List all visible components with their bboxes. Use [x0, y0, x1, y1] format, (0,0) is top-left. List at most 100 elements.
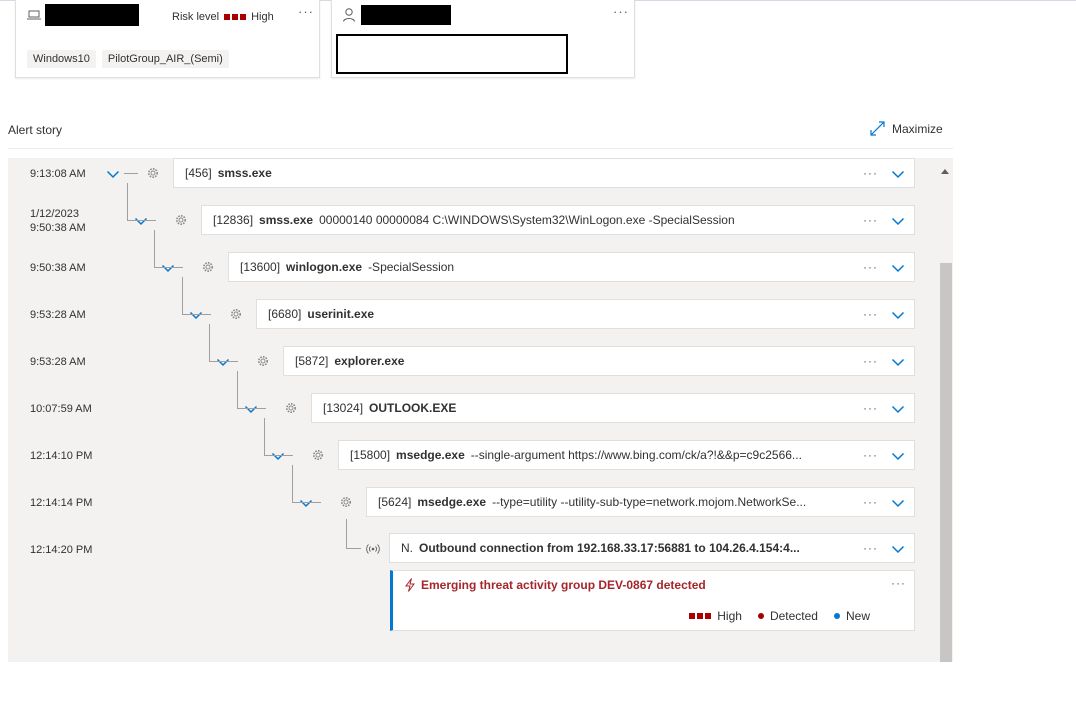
- tree-connector: [153, 230, 183, 268]
- connection-row: 12:14:20 PM N. Outbound connection from …: [8, 519, 938, 565]
- scroll-up-arrow[interactable]: [941, 169, 949, 174]
- alert-title[interactable]: Emerging threat activity group DEV-0867 …: [421, 578, 706, 592]
- process-node[interactable]: [456] smss.exe ···: [173, 158, 915, 188]
- process-row: 1/12/2023 9:50:38 AM [12836] smss.exe 000001…: [8, 183, 938, 237]
- device-tag[interactable]: PilotGroup_AIR_(Semi): [101, 50, 229, 68]
- state-dot: [833, 613, 840, 619]
- connection-node[interactable]: N. Outbound connection from 192.168.33.1…: [389, 533, 915, 563]
- maximize-button[interactable]: Maximize: [870, 121, 943, 136]
- tree-connector: [208, 324, 238, 362]
- process-gear-icon: [286, 403, 296, 413]
- process-node[interactable]: [13024] OUTLOOK.EXE ···: [311, 393, 915, 423]
- connection-prefix: N.: [401, 541, 413, 555]
- process-name: winlogon.exe: [286, 260, 363, 274]
- process-node[interactable]: [13600] winlogon.exe -SpecialSession ···: [228, 252, 915, 282]
- device-tag[interactable]: Windows10: [27, 50, 96, 68]
- event-time: 12:14:14 PM: [30, 497, 93, 509]
- chevron-down-icon[interactable]: [891, 496, 905, 510]
- event-date: 1/12/2023: [30, 208, 79, 220]
- event-time: 12:14:10 PM: [30, 450, 93, 462]
- alert-more-button[interactable]: ···: [891, 576, 906, 590]
- chevron-down-icon[interactable]: [891, 402, 905, 416]
- process-row: 10:07:59 AM [13024] OUTLOOK.EXE ···: [8, 371, 938, 425]
- severity-bars: [689, 613, 712, 619]
- process-args: --type=utility --utility-sub-type=networ…: [492, 495, 807, 509]
- process-id: [13600]: [240, 260, 281, 274]
- tree-connector: [126, 183, 156, 221]
- chevron-down-icon[interactable]: [891, 261, 905, 275]
- chevron-down-icon[interactable]: [891, 449, 905, 463]
- chevron-down-icon[interactable]: [891, 355, 905, 369]
- divider: [8, 148, 953, 149]
- process-node[interactable]: [5872] explorer.exe ···: [283, 346, 915, 376]
- connection-more-button[interactable]: ···: [863, 541, 878, 555]
- process-gear-icon: [313, 450, 323, 460]
- process-name: msedge.exe: [396, 448, 465, 462]
- process-row: 9:53:28 AM [5872] explorer.exe ···: [8, 324, 938, 378]
- maximize-label: Maximize: [892, 121, 943, 136]
- process-id: [456]: [185, 166, 212, 180]
- device-card[interactable]: Risk level High ··· Windows10 PilotGroup…: [15, 0, 320, 78]
- chevron-down-icon[interactable]: [891, 214, 905, 228]
- process-node[interactable]: [5624] msedge.exe --type=utility --utility…: [366, 487, 915, 517]
- event-time: 9:50:38 AM: [30, 262, 86, 274]
- process-name: smss.exe: [217, 166, 272, 180]
- process-gear-icon: [258, 356, 268, 366]
- process-row: 12:14:14 PM [5624] msedge.exe --type=utilit…: [8, 465, 938, 519]
- process-more-button[interactable]: ···: [863, 166, 878, 180]
- process-name: OUTLOOK.EXE: [369, 401, 457, 415]
- event-time: 10:07:59 AM: [30, 403, 92, 415]
- process-args: 00000140 00000084 C:\WINDOWS\System32\Wi…: [319, 213, 735, 227]
- event-time: 9:13:08 AM: [30, 168, 86, 180]
- chevron-down-icon[interactable]: [891, 167, 905, 181]
- process-row: 9:53:28 AM [6680] userinit.exe ···: [8, 277, 938, 331]
- process-name: msedge.exe: [417, 495, 487, 509]
- risk-label: Risk level: [172, 11, 220, 23]
- risk-value: High: [251, 11, 274, 23]
- process-more-button[interactable]: ···: [863, 401, 878, 415]
- event-time: 1/12/2023 9:50:38 AM: [30, 207, 86, 235]
- alert-card[interactable]: Emerging threat activity group DEV-0867 …: [390, 570, 915, 631]
- alert-status: Detected: [769, 609, 818, 623]
- process-args: -SpecialSession: [368, 260, 455, 274]
- process-gear-icon: [231, 309, 241, 319]
- lightning-icon: [405, 578, 415, 592]
- connection-text: Outbound connection from 192.168.33.17:5…: [419, 541, 800, 555]
- device-name-redacted: [45, 4, 139, 26]
- event-time: 9:53:28 AM: [30, 309, 86, 321]
- user-name-redacted: [361, 5, 451, 25]
- process-node[interactable]: [15800] msedge.exe --single-argument https…: [338, 440, 915, 470]
- process-more-button[interactable]: ···: [863, 307, 878, 321]
- device-more-button[interactable]: ···: [298, 4, 314, 19]
- tree-connector: [236, 371, 266, 409]
- scrollbar-thumb[interactable]: [940, 263, 952, 662]
- collapse-chevron-icon[interactable]: [106, 167, 120, 181]
- process-row: 9:50:38 AM [13600] winlogon.exe -SpecialSes…: [8, 230, 938, 284]
- process-name: explorer.exe: [334, 354, 405, 368]
- process-row: 12:14:10 PM [15800] msedge.exe --single-arg…: [8, 418, 938, 472]
- alert-severity: High: [717, 609, 742, 623]
- alert-meta: High Detected New: [689, 609, 870, 623]
- process-more-button[interactable]: ···: [863, 354, 878, 368]
- process-more-button[interactable]: ···: [863, 213, 878, 227]
- user-more-button[interactable]: ···: [613, 4, 629, 19]
- user-card[interactable]: ···: [331, 0, 635, 78]
- process-node[interactable]: [12836] smss.exe 00000140 00000084 C:\WIND…: [201, 205, 915, 235]
- maximize-icon: [870, 121, 885, 136]
- process-gear-icon: [341, 497, 351, 507]
- tree-connector: [181, 277, 211, 315]
- tree-connector: [291, 465, 321, 503]
- process-more-button[interactable]: ···: [863, 495, 878, 509]
- process-node[interactable]: [6680] userinit.exe ···: [256, 299, 915, 329]
- process-more-button[interactable]: ···: [863, 260, 878, 274]
- tree-connector: [124, 173, 138, 174]
- status-dot: [757, 613, 764, 619]
- process-more-button[interactable]: ···: [863, 448, 878, 462]
- laptop-icon: [27, 10, 41, 20]
- chevron-down-icon[interactable]: [891, 308, 905, 322]
- alert-story-panel: 9:13:08 AM [456] smss.exe ··· 1/12/2023 9:50:…: [8, 158, 953, 662]
- process-id: [5624]: [378, 495, 412, 509]
- chevron-down-icon[interactable]: [891, 542, 905, 556]
- process-name: userinit.exe: [307, 307, 375, 321]
- network-signal-icon: [366, 544, 380, 554]
